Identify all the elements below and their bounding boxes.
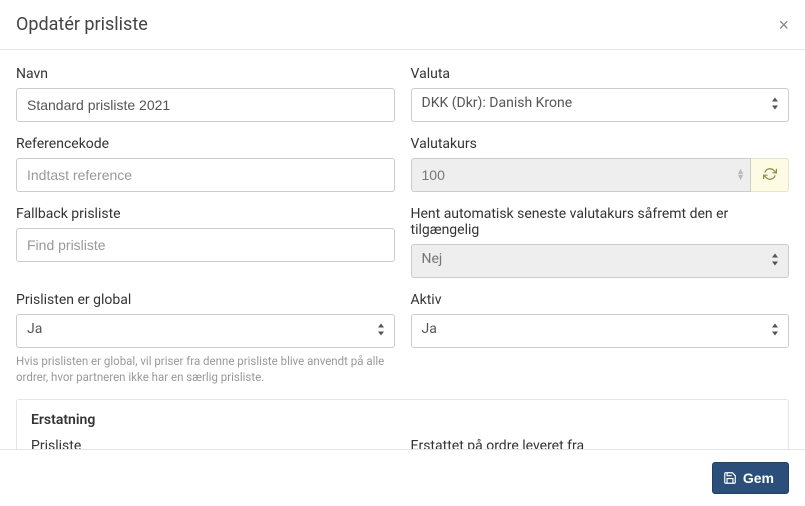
auto-fetch-group: Hent automatisk seneste valutakurs såfre…: [411, 206, 790, 278]
global-label: Prislisten er global: [16, 292, 395, 308]
reference-input[interactable]: [16, 158, 395, 192]
name-input[interactable]: [16, 88, 395, 122]
refresh-icon: [763, 167, 777, 184]
reference-label: Referencekode: [16, 136, 395, 152]
fallback-input[interactable]: [16, 228, 395, 262]
modal-footer: Gem: [0, 449, 805, 506]
save-button[interactable]: Gem: [712, 462, 789, 494]
auto-fetch-label: Hent automatisk seneste valutakurs såfre…: [411, 206, 790, 238]
active-label: Aktiv: [411, 292, 790, 308]
modal-header: Opdatér prisliste ×: [0, 0, 805, 50]
save-button-label: Gem: [743, 470, 774, 486]
global-help-text: Hvis prislisten er global, vil priser fr…: [16, 353, 395, 385]
replacement-pricelist-label: Prisliste: [31, 438, 395, 449]
active-select[interactable]: Ja: [411, 314, 790, 348]
global-select[interactable]: Ja: [16, 314, 395, 348]
update-pricelist-modal: Opdatér prisliste × Navn Valuta DKK (Dkr…: [0, 0, 805, 506]
close-icon: ×: [778, 15, 789, 35]
fallback-label: Fallback prisliste: [16, 206, 395, 222]
replacement-title: Erstatning: [31, 412, 774, 428]
replacement-pricelist-group: Prisliste Standard prisliste 2022 (DKK): [31, 438, 395, 449]
currency-select[interactable]: DKK (Dkr): Danish Krone: [411, 88, 790, 122]
refresh-rate-button[interactable]: [751, 158, 789, 192]
save-icon: [723, 471, 737, 485]
replacement-section: Erstatning Prisliste Standard prisliste …: [16, 399, 789, 449]
auto-fetch-select: Nej: [411, 244, 790, 278]
exchange-rate-group: Valutakurs ▲▼: [411, 136, 790, 192]
exchange-rate-input: [411, 158, 752, 192]
replaced-from-group: Erstattet på ordre leveret fra: [411, 438, 775, 449]
modal-title: Opdatér prisliste: [16, 14, 148, 35]
currency-group: Valuta DKK (Dkr): Danish Krone: [411, 66, 790, 122]
reference-group: Referencekode: [16, 136, 395, 192]
global-group: Prislisten er global Ja Hvis prislisten …: [16, 292, 395, 385]
replaced-from-label: Erstattet på ordre leveret fra: [411, 438, 775, 449]
fallback-group: Fallback prisliste: [16, 206, 395, 278]
currency-label: Valuta: [411, 66, 790, 82]
close-button[interactable]: ×: [778, 16, 789, 34]
modal-body: Navn Valuta DKK (Dkr): Danish Krone Refe…: [0, 50, 805, 449]
active-group: Aktiv Ja: [411, 292, 790, 385]
name-group: Navn: [16, 66, 395, 122]
exchange-rate-label: Valutakurs: [411, 136, 790, 152]
name-label: Navn: [16, 66, 395, 82]
